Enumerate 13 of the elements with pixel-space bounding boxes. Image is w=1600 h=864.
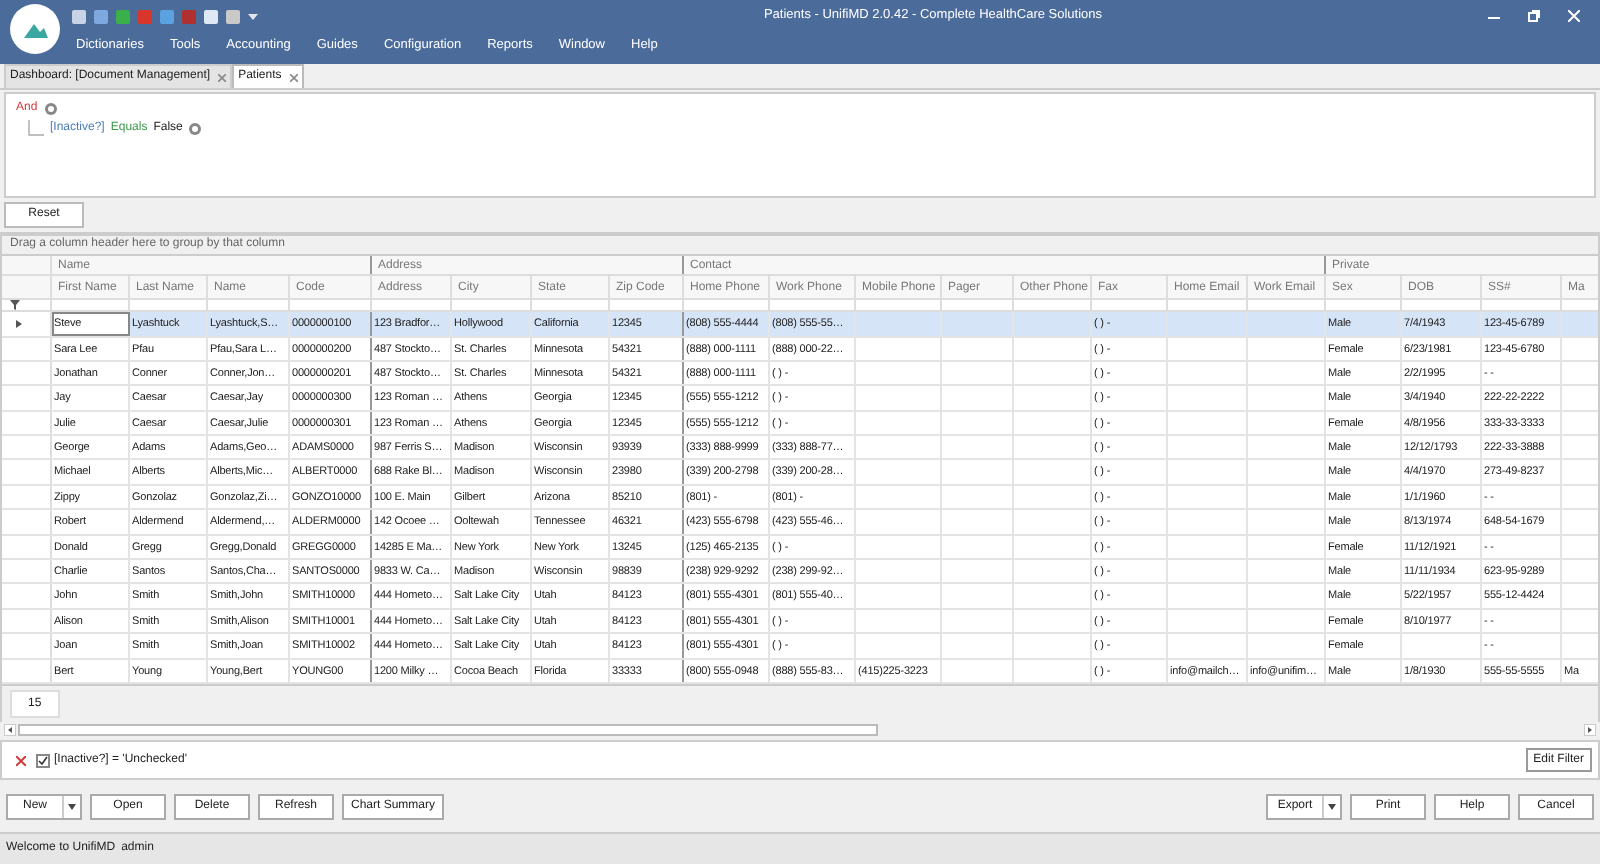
scroll-right-icon[interactable] — [1584, 724, 1596, 736]
dropdown-icon[interactable] — [68, 803, 76, 809]
funnel-icon[interactable] — [10, 300, 20, 311]
mountain-icon — [23, 21, 47, 37]
gear-icon[interactable] — [188, 121, 203, 135]
scroll-left-icon[interactable] — [4, 724, 16, 736]
dropdown-icon[interactable] — [1328, 803, 1336, 809]
dropdown-icon[interactable] — [248, 13, 258, 19]
checkbox[interactable] — [36, 753, 50, 767]
horizontal-scrollbar[interactable] — [0, 722, 1600, 738]
gear-icon[interactable] — [43, 101, 58, 115]
restore-icon[interactable] — [1528, 10, 1540, 22]
tree-connector-icon — [28, 120, 44, 136]
